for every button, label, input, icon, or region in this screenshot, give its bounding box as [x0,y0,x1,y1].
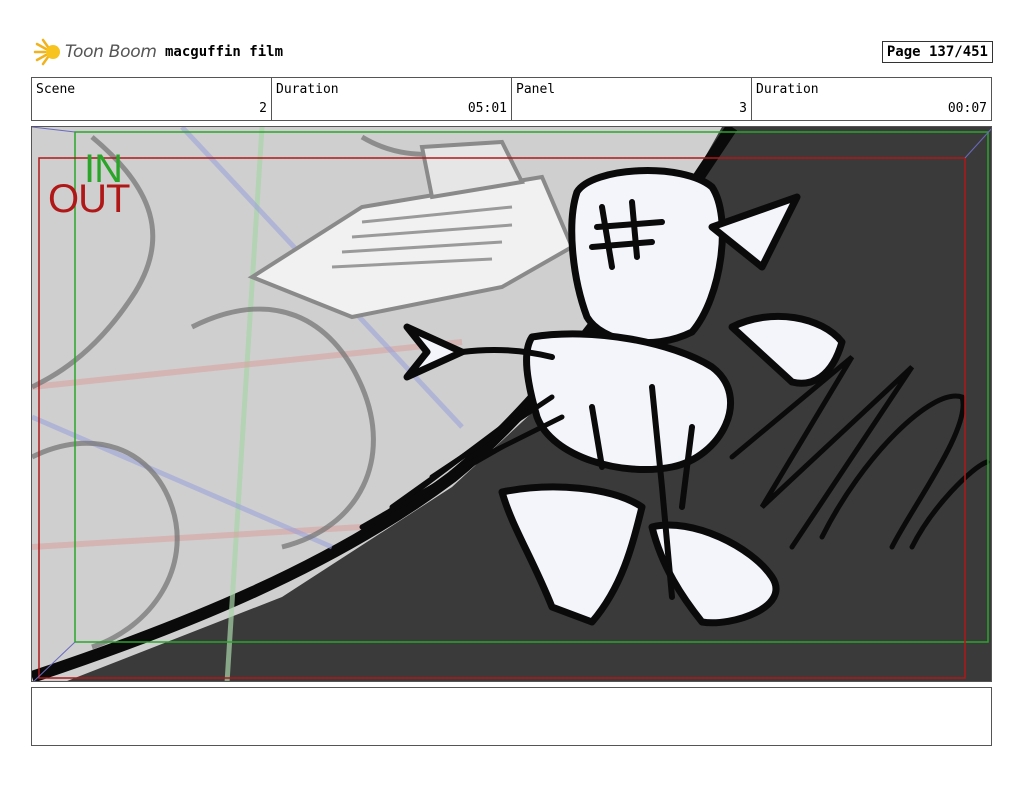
storyboard-panel: IN OUT [31,126,992,682]
panel-duration-value: 00:07 [947,101,987,116]
scene-value: 2 [259,101,267,116]
scene-cell: Scene 2 [32,78,272,120]
panel-drawing [32,127,991,681]
scene-info-row: Scene 2 Duration 05:01 Panel 3 Duration … [31,77,992,121]
sun-burst-icon [33,38,60,66]
scene-duration-label: Duration [276,82,339,97]
scene-duration-value: 05:01 [467,101,507,116]
panel-duration-cell: Duration 00:07 [752,78,991,120]
project-title: macguffin film [165,44,284,60]
panel-notes-box[interactable] [31,687,992,746]
scene-label: Scene [36,82,76,97]
toon-boom-logo: Toon Boom [31,36,161,68]
out-frame-label: OUT [48,177,130,221]
panel-label: Panel [516,82,556,97]
page-number: Page 137/451 [881,41,993,63]
logo-text: Toon Boom [65,42,157,62]
scene-duration-cell: Duration 05:01 [272,78,512,120]
panel-value: 3 [739,101,747,116]
panel-duration-label: Duration [756,82,819,97]
panel-cell: Panel 3 [512,78,752,120]
page-header: Toon Boom macguffin film Page 137/451 [31,34,993,70]
